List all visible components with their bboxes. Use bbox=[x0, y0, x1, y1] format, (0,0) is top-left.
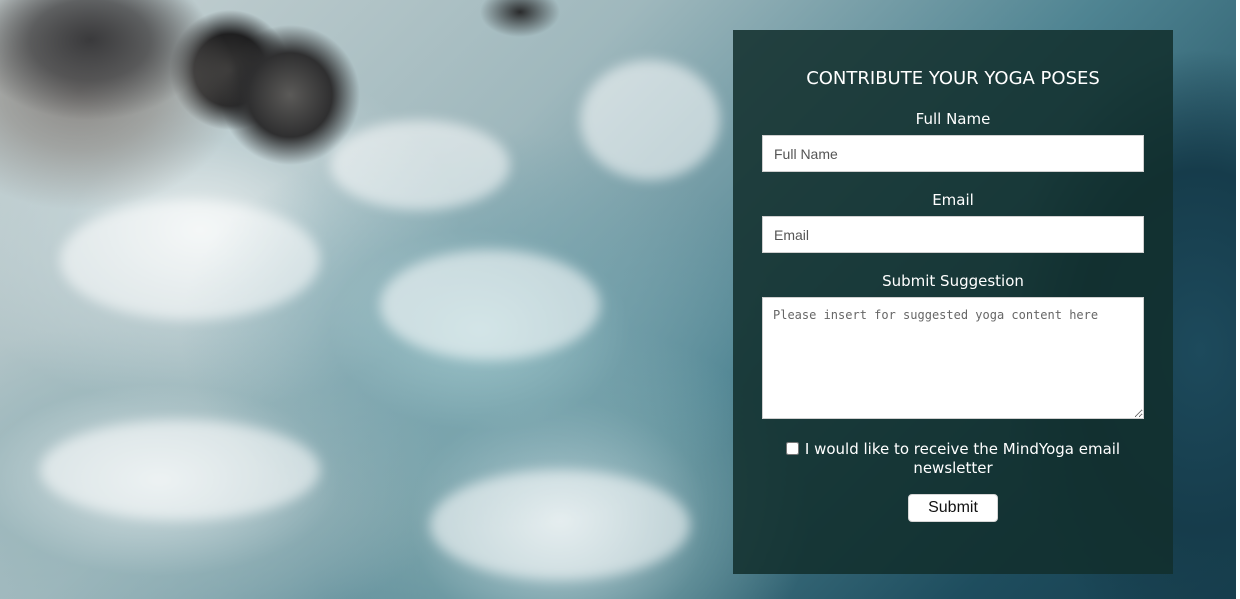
submit-button[interactable]: Submit bbox=[908, 494, 998, 522]
form-title: CONTRIBUTE YOUR YOGA POSES bbox=[806, 68, 1100, 89]
suggestion-textarea[interactable] bbox=[762, 297, 1144, 419]
page-edge bbox=[1236, 0, 1240, 599]
newsletter-label: I would like to receive the MindYoga ema… bbox=[804, 440, 1121, 477]
wave-foam bbox=[580, 60, 720, 180]
full-name-label: Full Name bbox=[915, 110, 991, 128]
wave-foam bbox=[330, 120, 510, 210]
email-input[interactable] bbox=[762, 216, 1144, 253]
email-label: Email bbox=[932, 191, 974, 209]
newsletter-option: I would like to receive the MindYoga ema… bbox=[773, 440, 1133, 478]
wave-foam bbox=[40, 420, 320, 520]
wave-foam bbox=[380, 250, 600, 360]
newsletter-checkbox[interactable] bbox=[785, 442, 799, 455]
full-name-input[interactable] bbox=[762, 135, 1144, 172]
suggestion-label: Submit Suggestion bbox=[882, 272, 1024, 290]
wave-foam bbox=[60, 200, 320, 320]
yoga-suggestion-form: CONTRIBUTE YOUR YOGA POSES Full Name Ema… bbox=[733, 30, 1173, 574]
wave-foam bbox=[430, 470, 690, 580]
